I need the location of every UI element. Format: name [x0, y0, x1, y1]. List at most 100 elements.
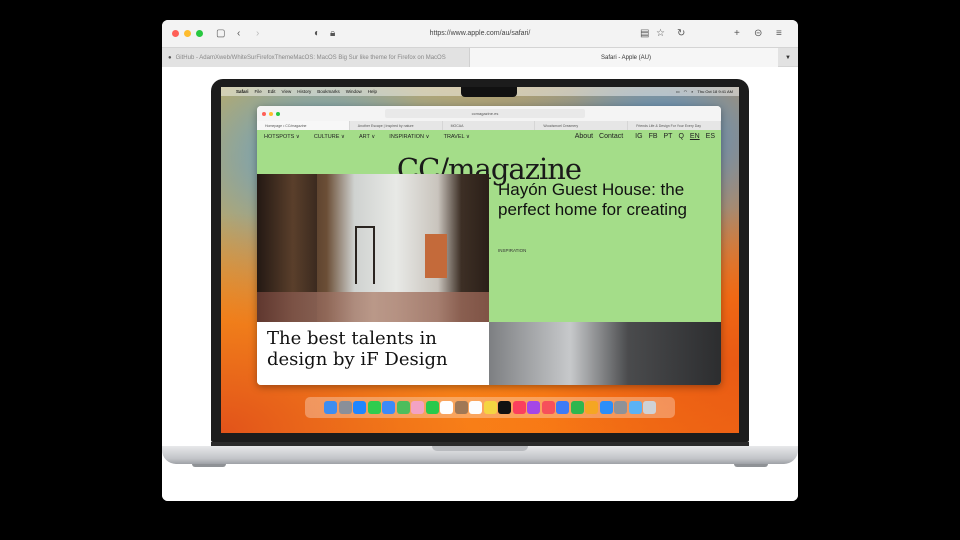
nav-inspiration[interactable]: INSPIRATION ∨	[389, 134, 429, 140]
tab-label: GitHub - AdamXweb/WhiteSurFirefoxThemeMa…	[175, 54, 446, 61]
mail-icon[interactable]	[382, 401, 395, 414]
menu-history[interactable]: History	[297, 89, 311, 94]
camera-notch	[461, 87, 517, 97]
notes-icon[interactable]	[483, 401, 497, 414]
article-card[interactable]: The best talents in design by iF Design	[257, 322, 489, 385]
card-title[interactable]: The best talents in design by iF Design	[267, 328, 487, 370]
news-icon[interactable]	[541, 401, 555, 414]
more-options-icon[interactable]: ⊝	[754, 27, 762, 40]
nav-contact[interactable]: Contact	[599, 133, 623, 140]
tab-github[interactable]: ● GitHub - AdamXweb/WhiteSurFirefoxTheme…	[162, 48, 470, 67]
laptop-lid-notch	[432, 446, 528, 451]
bookmark-star-icon[interactable]: ☆	[656, 27, 665, 40]
menu-bookmarks[interactable]: Bookmarks	[317, 89, 340, 94]
macbook-screen: Safari File Edit View History Bookmarks …	[221, 87, 739, 433]
inner-close-button[interactable]	[262, 111, 266, 116]
mac-clock[interactable]: Thu Oct 18 9:41 AM	[697, 89, 733, 94]
reload-icon[interactable]: ↻	[677, 27, 685, 40]
inner-safari-window: ccmagazine.es Homepage • CC/magazine Ano…	[257, 106, 721, 385]
pages-icon[interactable]	[585, 401, 598, 414]
menu-file[interactable]: File	[255, 89, 262, 94]
menu-edit[interactable]: Edit	[268, 89, 276, 94]
forward-icon[interactable]: ›	[256, 27, 259, 40]
minimize-button[interactable]	[184, 30, 191, 37]
messages-icon[interactable]	[367, 401, 381, 414]
social-pinterest[interactable]: PT	[664, 133, 673, 140]
podcasts-icon[interactable]	[527, 401, 540, 414]
nav-travel[interactable]: TRAVEL ∨	[444, 134, 470, 140]
lang-es[interactable]: ES	[706, 133, 715, 140]
nav-about[interactable]: About	[575, 133, 593, 140]
github-icon: ●	[168, 54, 172, 61]
sidebar-icon[interactable]: ▢	[216, 27, 225, 40]
menu-help[interactable]: Help	[368, 89, 377, 94]
address-bar[interactable]: https://www.apple.com/au/safari/	[310, 25, 650, 42]
inner-tab[interactable]: MOCAA	[443, 121, 536, 130]
nav-categories: HOTSPOTS ∨ CULTURE ∨ ART ∨ INSPIRATION ∨…	[264, 134, 470, 140]
trash-icon[interactable]	[643, 401, 656, 414]
contacts-icon[interactable]	[454, 401, 468, 414]
inner-toolbar: ccmagazine.es	[257, 106, 721, 121]
app-store-icon[interactable]	[599, 401, 613, 414]
menu-icon[interactable]: ≡	[776, 27, 782, 40]
laptop-foot-right	[734, 464, 768, 467]
launchpad-icon[interactable]	[338, 401, 352, 414]
finder-icon[interactable]	[324, 401, 337, 414]
floor-photo-detail	[257, 292, 489, 322]
photos-icon[interactable]	[411, 401, 424, 414]
mac-dock	[305, 397, 675, 418]
safari-icon[interactable]	[353, 401, 366, 414]
hero-image[interactable]	[257, 174, 489, 322]
menu-safari[interactable]: Safari	[236, 89, 249, 94]
reminders-icon[interactable]	[469, 401, 482, 414]
tab-safari-apple[interactable]: Safari - Apple (AU)	[470, 48, 778, 67]
downloads-folder-icon[interactable]	[628, 401, 642, 414]
system-settings-icon[interactable]	[614, 401, 627, 414]
tab-label: Safari - Apple (AU)	[600, 54, 652, 61]
keynote-icon[interactable]	[556, 401, 569, 414]
page-content: Safari File Edit View History Bookmarks …	[162, 67, 798, 501]
social-instagram[interactable]: IG	[635, 133, 642, 140]
article-headline[interactable]: Hayón Guest House: the perfect home for …	[498, 180, 718, 220]
menu-view[interactable]: View	[282, 89, 292, 94]
inner-tab[interactable]: Another Escape | Inspired by nature	[350, 121, 443, 130]
site-nav: HOTSPOTS ∨ CULTURE ∨ ART ∨ INSPIRATION ∨…	[257, 130, 721, 144]
laptop-foot-left	[192, 464, 226, 467]
battery-icon[interactable]: ▭	[676, 89, 680, 94]
inner-tab[interactable]: Woodsmoel Creamery	[535, 121, 629, 130]
menu-window[interactable]: Window	[346, 89, 362, 94]
back-icon[interactable]: ‹	[237, 27, 240, 40]
wifi-icon[interactable]: ◠	[684, 89, 688, 94]
cc-magazine-site: HOTSPOTS ∨ CULTURE ∨ ART ∨ INSPIRATION ∨…	[257, 130, 721, 385]
nav-art[interactable]: ART ∨	[359, 134, 375, 140]
reader-icon[interactable]: ▤	[640, 27, 649, 40]
facetime-icon[interactable]	[425, 401, 439, 414]
search-icon[interactable]: ⌕	[691, 89, 693, 94]
close-button[interactable]	[172, 30, 179, 37]
zoom-button[interactable]	[196, 30, 203, 37]
new-tab-icon[interactable]: +	[734, 27, 740, 40]
inner-minimize-button[interactable]	[269, 111, 273, 116]
nav-hotspots[interactable]: HOTSPOTS ∨	[264, 134, 300, 140]
nav-utilities: About Contact IG FB PT Q EN ES	[575, 133, 715, 140]
inner-tab[interactable]: Homepage • CC/magazine	[257, 121, 350, 130]
social-facebook[interactable]: FB	[649, 133, 658, 140]
inner-window-controls	[262, 111, 280, 116]
chevron-down-icon[interactable]: ▼	[778, 48, 798, 67]
search-icon[interactable]: Q	[678, 133, 683, 140]
lang-en[interactable]: EN	[690, 133, 700, 140]
calendar-icon[interactable]	[440, 401, 453, 414]
inner-tab[interactable]: Friends Life & Design For Your Every Day	[628, 121, 721, 130]
inner-tab-bar: Homepage • CC/magazine Another Escape | …	[257, 121, 721, 130]
maps-icon[interactable]	[396, 401, 410, 414]
music-icon[interactable]	[512, 401, 526, 414]
numbers-icon[interactable]	[570, 401, 584, 414]
building-image[interactable]	[489, 322, 721, 385]
tv-icon[interactable]	[498, 401, 511, 414]
nav-culture[interactable]: CULTURE ∨	[314, 134, 345, 140]
inner-zoom-button[interactable]	[276, 111, 280, 116]
article-category[interactable]: INSPIRATION	[498, 248, 526, 253]
inner-address-bar[interactable]: ccmagazine.es	[385, 109, 585, 118]
macbook-display: Safari File Edit View History Bookmarks …	[211, 79, 749, 442]
url-text: https://www.apple.com/au/safari/	[429, 30, 531, 37]
